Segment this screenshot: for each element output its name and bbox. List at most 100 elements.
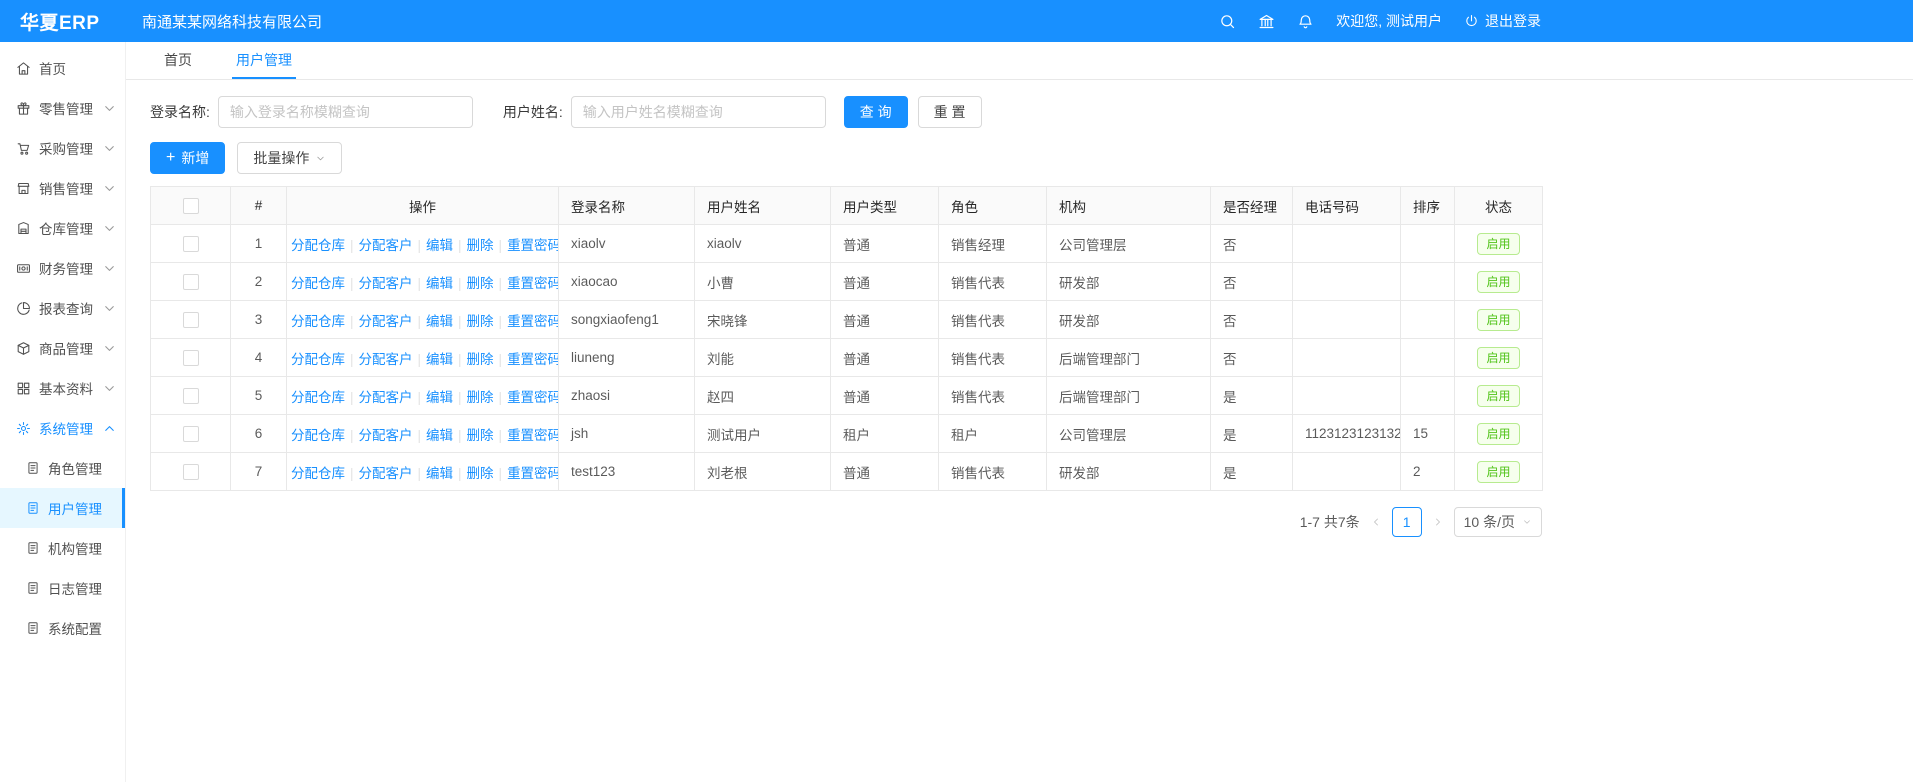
- next-page-button[interactable]: [1432, 516, 1444, 528]
- chevron-down-icon: [102, 141, 117, 156]
- chevron-down-icon: [102, 261, 117, 276]
- table-row: 4分配仓库|分配客户|编辑|删除|重置密码liuneng刘能普通销售代表后端管理…: [151, 339, 1543, 377]
- tab-active[interactable]: 用户管理: [232, 42, 296, 79]
- row-checkbox[interactable]: [183, 236, 199, 252]
- prev-page-button[interactable]: [1370, 516, 1382, 528]
- cell-status: 启用: [1455, 415, 1543, 453]
- assign-customer-link[interactable]: 分配客户: [359, 238, 413, 253]
- chevron-up-icon: [102, 421, 117, 436]
- edit-link[interactable]: 编辑: [426, 314, 453, 329]
- sidebar-subitem[interactable]: 日志管理: [0, 568, 125, 608]
- operation-separator: |: [350, 314, 354, 329]
- sidebar-item[interactable]: 首页: [0, 48, 125, 88]
- sidebar-item[interactable]: 系统管理: [0, 408, 125, 448]
- row-checkbox[interactable]: [183, 274, 199, 290]
- delete-link[interactable]: 删除: [467, 390, 494, 405]
- delete-link[interactable]: 删除: [467, 314, 494, 329]
- search-icon[interactable]: [1219, 13, 1236, 30]
- reset-password-link[interactable]: 重置密码: [507, 238, 558, 253]
- row-checkbox[interactable]: [183, 388, 199, 404]
- assign-customer-link[interactable]: 分配客户: [359, 466, 413, 481]
- assign-customer-link[interactable]: 分配客户: [359, 276, 413, 291]
- delete-link[interactable]: 删除: [467, 276, 494, 291]
- reset-password-link[interactable]: 重置密码: [507, 466, 558, 481]
- column-header: 状态: [1455, 187, 1543, 225]
- cell-sort: 2: [1401, 453, 1455, 491]
- assign-warehouse-link[interactable]: 分配仓库: [291, 276, 345, 291]
- reset-password-link[interactable]: 重置密码: [507, 314, 558, 329]
- assign-customer-link[interactable]: 分配客户: [359, 390, 413, 405]
- user-table-body: 1分配仓库|分配客户|编辑|删除|重置密码xiaolvxiaolv普通销售经理公…: [151, 225, 1543, 491]
- reset-password-link[interactable]: 重置密码: [507, 276, 558, 291]
- edit-link[interactable]: 编辑: [426, 466, 453, 481]
- welcome-text: 欢迎您, 测试用户: [1336, 11, 1442, 31]
- current-page-button[interactable]: 1: [1392, 507, 1422, 537]
- platform-icon[interactable]: [1258, 13, 1275, 30]
- tab-item[interactable]: 首页: [160, 42, 196, 79]
- chevron-down-icon: [102, 301, 117, 316]
- page-size-select[interactable]: 10 条/页: [1454, 507, 1542, 537]
- add-button[interactable]: + 新增: [150, 142, 225, 174]
- edit-link[interactable]: 编辑: [426, 390, 453, 405]
- assign-warehouse-link[interactable]: 分配仓库: [291, 428, 345, 443]
- cell-row-number: 1: [231, 225, 287, 263]
- reset-button[interactable]: 重 置: [918, 96, 982, 128]
- sidebar-item-label: 报表查询: [39, 298, 102, 318]
- sidebar-subitem[interactable]: 用户管理: [0, 488, 125, 528]
- delete-link[interactable]: 删除: [467, 466, 494, 481]
- sidebar-item[interactable]: 采购管理: [0, 128, 125, 168]
- query-button[interactable]: 查 询: [844, 96, 908, 128]
- sidebar-subitem[interactable]: 系统配置: [0, 608, 125, 648]
- sidebar-item[interactable]: 商品管理: [0, 328, 125, 368]
- assign-warehouse-link[interactable]: 分配仓库: [291, 390, 345, 405]
- delete-link[interactable]: 删除: [467, 428, 494, 443]
- login-name-label: 登录名称:: [150, 102, 210, 122]
- user-name-input[interactable]: [571, 96, 826, 128]
- delete-link[interactable]: 删除: [467, 238, 494, 253]
- sidebar-item[interactable]: 零售管理: [0, 88, 125, 128]
- assign-customer-link[interactable]: 分配客户: [359, 428, 413, 443]
- login-name-input[interactable]: [218, 96, 473, 128]
- delete-link[interactable]: 删除: [467, 352, 494, 367]
- table-row: 5分配仓库|分配客户|编辑|删除|重置密码zhaosi赵四普通销售代表后端管理部…: [151, 377, 1543, 415]
- basic-icon: [16, 381, 31, 396]
- cell-user-name: 宋晓锋: [695, 301, 831, 339]
- product-icon: [16, 341, 31, 356]
- logout-button[interactable]: 退出登录: [1464, 11, 1541, 31]
- select-all-checkbox[interactable]: [183, 198, 199, 214]
- sidebar-item[interactable]: 财务管理: [0, 248, 125, 288]
- edit-link[interactable]: 编辑: [426, 352, 453, 367]
- sidebar-item[interactable]: 基本资料: [0, 368, 125, 408]
- row-checkbox[interactable]: [183, 350, 199, 366]
- sidebar-subitem[interactable]: 机构管理: [0, 528, 125, 568]
- operation-separator: |: [458, 238, 462, 253]
- row-checkbox[interactable]: [183, 312, 199, 328]
- cell-user-name: 刘能: [695, 339, 831, 377]
- reset-password-link[interactable]: 重置密码: [507, 352, 558, 367]
- cell-role: 销售代表: [939, 301, 1047, 339]
- operation-separator: |: [350, 466, 354, 481]
- edit-link[interactable]: 编辑: [426, 276, 453, 291]
- assign-warehouse-link[interactable]: 分配仓库: [291, 466, 345, 481]
- assign-warehouse-link[interactable]: 分配仓库: [291, 238, 345, 253]
- sidebar-item[interactable]: 销售管理: [0, 168, 125, 208]
- assign-customer-link[interactable]: 分配客户: [359, 352, 413, 367]
- assign-warehouse-link[interactable]: 分配仓库: [291, 314, 345, 329]
- bell-icon[interactable]: [1297, 13, 1314, 30]
- user-table: #操作登录名称用户姓名用户类型角色机构是否经理电话号码排序状态 1分配仓库|分配…: [150, 186, 1543, 491]
- cell-login-name: xiaolv: [559, 225, 695, 263]
- operation-separator: |: [458, 390, 462, 405]
- batch-operations-button[interactable]: 批量操作: [237, 142, 342, 174]
- assign-warehouse-link[interactable]: 分配仓库: [291, 352, 345, 367]
- sidebar-item[interactable]: 报表查询: [0, 288, 125, 328]
- reset-password-link[interactable]: 重置密码: [507, 428, 558, 443]
- sidebar-item[interactable]: 仓库管理: [0, 208, 125, 248]
- row-checkbox[interactable]: [183, 464, 199, 480]
- sidebar-subitem[interactable]: 角色管理: [0, 448, 125, 488]
- edit-link[interactable]: 编辑: [426, 428, 453, 443]
- edit-link[interactable]: 编辑: [426, 238, 453, 253]
- row-checkbox[interactable]: [183, 426, 199, 442]
- cell-user-name: 刘老根: [695, 453, 831, 491]
- assign-customer-link[interactable]: 分配客户: [359, 314, 413, 329]
- reset-password-link[interactable]: 重置密码: [507, 390, 558, 405]
